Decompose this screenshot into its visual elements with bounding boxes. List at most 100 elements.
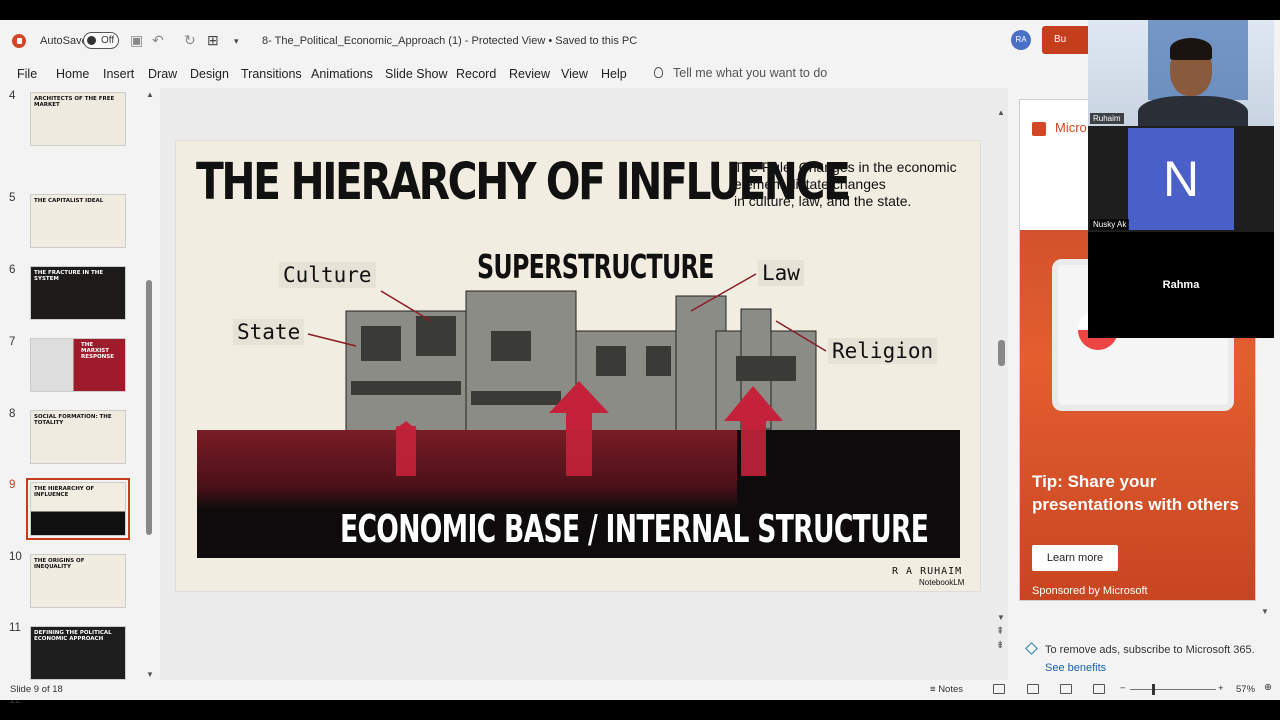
author-name: R A RUHAIM [892,566,963,577]
thumb-number: 6 [9,264,16,276]
powerpoint-ad-logo-icon [1032,122,1046,136]
editor-scroll-up-icon[interactable]: ▲ [997,108,1005,117]
account-avatar[interactable]: RA [1011,30,1031,50]
buy-button[interactable]: Bu [1042,26,1090,54]
thumb-title: THE HIERARCHY OF INFLUENCE [34,486,95,498]
zoom-out-icon[interactable]: − [1120,683,1126,694]
slide-counter: Slide 9 of 18 [10,684,63,695]
normal-view-icon[interactable] [993,684,1005,694]
next-slide-icon[interactable]: ⇟ [996,640,1004,651]
buy-label: Bu [1054,34,1067,45]
slide-thumbnail-4[interactable]: ARCHITECTS OF THE FREE MARKET [30,92,126,146]
tab-review[interactable]: Review [509,67,550,81]
thumb-number: 11 [9,622,21,634]
participant-name: Rahma [1162,279,1200,291]
zoom-in-icon[interactable]: + [1218,683,1224,694]
status-bar: Slide 9 of 18 ≡ Notes − + 57% ⊕ [0,680,1280,700]
autosave-toggle[interactable]: Off [83,32,119,49]
slide-thumbnail-6[interactable]: THE FRACTURE IN THE SYSTEM [30,266,126,320]
thumb-number: 10 [9,551,22,563]
autosave-state: Off [101,35,115,46]
thumb-number: 8 [9,408,16,420]
current-slide[interactable]: THE HIERARCHY OF INFLUENCE The Rule: Cha… [175,140,981,592]
autosave-label: AutoSave [40,35,88,47]
tab-draw[interactable]: Draw [148,67,177,81]
toggle-knob [87,36,96,45]
remove-ads-text: To remove ads, subscribe to Microsoft 36… [1045,644,1255,656]
participant-initial: N [1128,128,1234,230]
tab-insert[interactable]: Insert [103,67,134,81]
slideshow-icon[interactable] [1093,684,1105,694]
tab-help[interactable]: Help [601,67,627,81]
person-hair [1170,38,1212,60]
slide-thumbnail-7[interactable]: THE MARXIST RESPONSE [30,338,126,392]
tab-animations[interactable]: Animations [311,67,373,81]
economic-base-label: ECONOMIC BASE / INTERNAL STRUCTURE [340,507,929,551]
fit-to-window-icon[interactable]: ⊕ [1264,682,1272,693]
tab-record[interactable]: Record [456,67,496,81]
participant-name: Nusky Ak [1090,219,1130,230]
thumb-title: SOCIAL FORMATION: THE TOTALITY [34,414,112,426]
slide-sorter-icon[interactable] [1027,684,1039,694]
video-tile-ruhaim[interactable]: Ruhaim [1088,20,1274,126]
thumb-number: 4 [9,90,16,102]
zoom-slider[interactable] [1130,684,1216,695]
slide-thumbnail-10[interactable]: THE ORIGINS OF INEQUALITY [30,554,126,608]
diamond-icon [1025,642,1038,655]
document-title: 8- The_Political_Economic_Approach (1) -… [262,35,638,47]
slide-thumbnail-8[interactable]: SOCIAL FORMATION: THE TOTALITY [30,410,126,464]
participant-name: Ruhaim [1090,113,1124,124]
video-tile-rahma[interactable]: Rahma [1088,232,1274,338]
zoom-slider-thumb[interactable] [1152,684,1155,695]
slide-thumbnail-5[interactable]: THE CAPITALIST IDEAL [30,194,126,248]
tab-slide-show[interactable]: Slide Show [385,67,448,81]
person-body [1138,96,1248,126]
see-benefits-link[interactable]: See benefits [1045,662,1106,674]
editor-scroll-down-icon[interactable]: ▼ [997,613,1005,622]
video-tile-nusky[interactable]: N Nusky Ak [1088,126,1274,232]
thumb-number: 7 [9,336,16,348]
notes-button[interactable]: ≡ Notes [930,684,963,695]
slide-editor: THE HIERARCHY OF INFLUENCE The Rule: Cha… [160,88,1008,680]
zoom-level[interactable]: 57% [1236,684,1255,695]
thumb-title: DEFINING THE POLITICAL ECONOMIC APPROACH [34,630,112,642]
tell-me-search[interactable]: Tell me what you want to do [654,66,827,80]
tab-design[interactable]: Design [190,67,229,81]
thumbnail-scrollbar[interactable] [146,280,152,535]
notes-label: Notes [938,684,964,695]
tell-me-text: Tell me what you want to do [673,66,828,80]
customize-toolbar-icon[interactable]: ▾ [234,36,239,47]
present-icon[interactable]: ⊞ [207,32,219,49]
editor-scrollbar[interactable] [998,340,1005,366]
ad-brand: Micro [1055,120,1087,135]
thumb-number: 5 [9,192,16,204]
thumb-title: ARCHITECTS OF THE FREE MARKET [34,96,115,108]
ad-scroll-down-icon[interactable]: ▼ [1261,607,1269,616]
notes-icon: ≡ [930,684,939,695]
undo-icon[interactable]: ↶ [152,32,164,49]
save-icon[interactable]: ▣ [130,32,143,49]
lightbulb-icon [654,67,663,78]
slide-thumbnail-pane: ▲ ▼ 4 ARCHITECTS OF THE FREE MARKET 5 TH… [0,88,158,706]
redo-icon[interactable]: ↻ [184,32,196,49]
slide-thumbnail-11[interactable]: DEFINING THE POLITICAL ECONOMIC APPROACH [30,626,126,680]
reading-view-icon[interactable] [1060,684,1072,694]
slide-thumbnail-9-selected[interactable]: THE HIERARCHY OF INFLUENCE [26,478,130,540]
thumb-number: 9 [9,479,16,491]
thumbs-scroll-up-icon[interactable]: ▲ [146,90,154,99]
tab-file[interactable]: File [17,67,37,81]
thumb-title: THE MARXIST RESPONSE [81,342,114,360]
tab-home[interactable]: Home [56,67,89,81]
tab-transitions[interactable]: Transitions [241,67,302,81]
ribbon-tabs: File Home Insert Draw Design Transitions… [0,60,1090,88]
thumbs-scroll-down-icon[interactable]: ▼ [146,670,154,679]
tab-view[interactable]: View [561,67,588,81]
thumb-title: THE CAPITALIST IDEAL [34,198,104,204]
notebooklm-watermark: NotebookLM [919,578,965,587]
learn-more-button[interactable]: Learn more [1032,545,1118,571]
thumb-title: THE ORIGINS OF INEQUALITY [34,558,85,570]
ad-tip-text: Tip: Share your presentations with other… [1032,472,1239,514]
sponsored-label: Sponsored by Microsoft [1032,585,1148,597]
previous-slide-icon[interactable]: ⇞ [996,626,1004,637]
thumb-title: THE FRACTURE IN THE SYSTEM [34,270,104,282]
